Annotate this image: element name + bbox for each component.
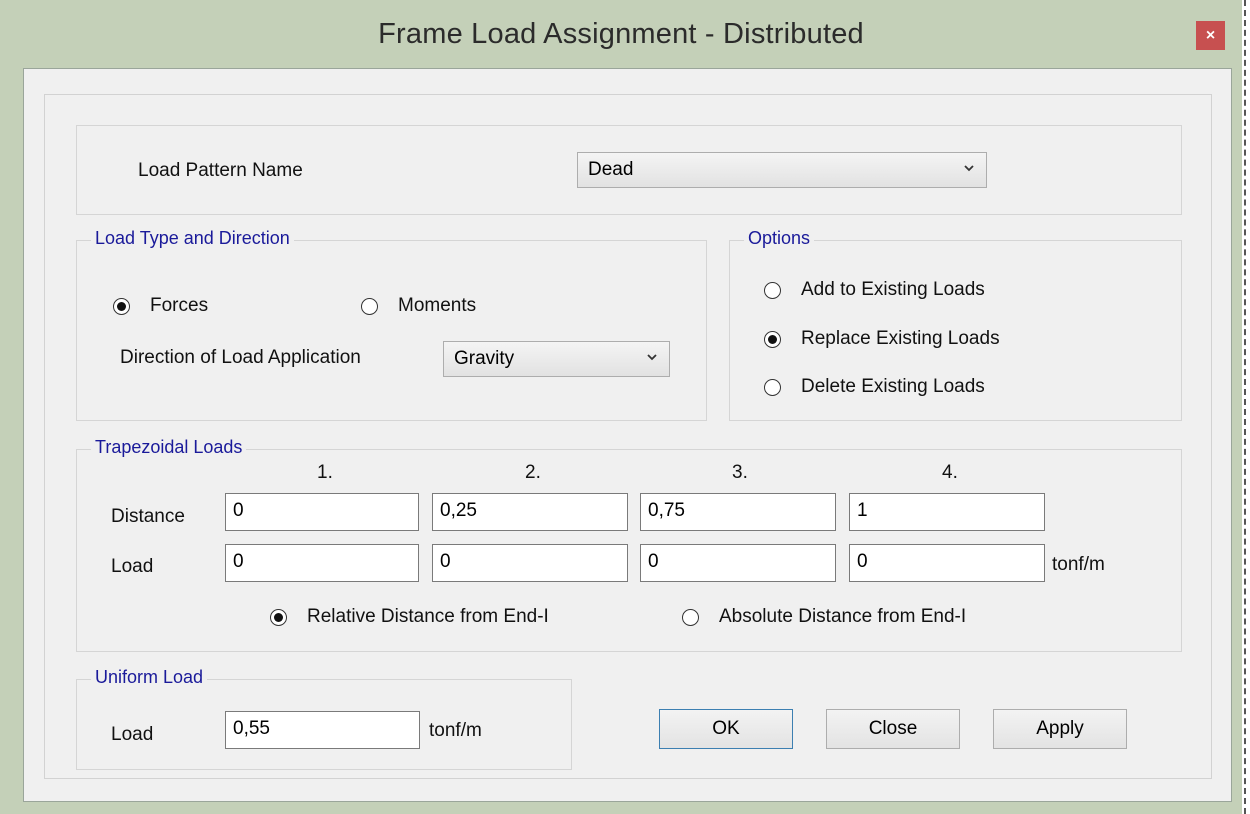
load-pattern-value: Dead — [588, 159, 634, 180]
add-existing-radio[interactable]: Add to Existing Loads — [764, 279, 985, 301]
replace-existing-label: Replace Existing Loads — [801, 328, 1000, 349]
direction-value: Gravity — [454, 348, 515, 369]
load-type-legend: Load Type and Direction — [91, 228, 294, 249]
options-group: Options Add to Existing Loads Replace Ex… — [729, 228, 1182, 421]
direction-dropdown[interactable]: Gravity — [443, 341, 670, 377]
apply-button-label: Apply — [1036, 718, 1084, 739]
uniform-load-unit: tonf/m — [429, 720, 482, 741]
close-button[interactable]: Close — [826, 709, 960, 749]
chevron-down-icon — [647, 354, 657, 361]
column-header-4: 4. — [942, 462, 958, 483]
replace-existing-radio-dot — [764, 330, 781, 348]
window-edge — [1244, 0, 1246, 814]
load-row-label: Load — [111, 556, 154, 577]
ok-button[interactable]: OK — [659, 709, 793, 749]
dialog-window: Frame Load Assignment - Distributed × Lo… — [0, 0, 1242, 814]
close-window-button[interactable]: × — [1196, 21, 1225, 50]
load-input-4[interactable]: 0 — [849, 544, 1045, 582]
forces-label: Forces — [150, 295, 209, 316]
load-pattern-dropdown[interactable]: Dead — [577, 152, 987, 188]
relative-distance-label: Relative Distance from End-I — [307, 606, 549, 627]
absolute-distance-label: Absolute Distance from End-I — [719, 606, 967, 627]
absolute-distance-radio[interactable]: Absolute Distance from End-I — [682, 606, 966, 628]
title-bar[interactable]: Frame Load Assignment - Distributed × — [0, 0, 1242, 68]
trapezoidal-group: Trapezoidal Loads 1. 2. 3. 4. Distance 0… — [76, 437, 1182, 652]
forces-radio[interactable]: Forces — [113, 295, 208, 317]
ok-button-label: OK — [712, 718, 740, 739]
close-icon: × — [1205, 26, 1216, 44]
distance-input-4[interactable]: 1 — [849, 493, 1045, 531]
uniform-load-input[interactable]: 0,55 — [225, 711, 420, 749]
load-input-2[interactable]: 0 — [432, 544, 628, 582]
add-existing-label: Add to Existing Loads — [801, 279, 985, 300]
window-title: Frame Load Assignment - Distributed — [378, 18, 864, 50]
delete-existing-label: Delete Existing Loads — [801, 376, 985, 397]
dialog-client-area: Load Pattern Name Dead Load Type and Dir… — [23, 68, 1232, 802]
distance-input-2[interactable]: 0,25 — [432, 493, 628, 531]
load-input-1[interactable]: 0 — [225, 544, 419, 582]
column-header-2: 2. — [525, 462, 541, 483]
relative-distance-radio[interactable]: Relative Distance from End-I — [270, 606, 549, 628]
moments-radio-dot — [361, 297, 378, 315]
moments-radio[interactable]: Moments — [361, 295, 476, 317]
direction-label: Direction of Load Application — [120, 347, 361, 368]
delete-existing-radio[interactable]: Delete Existing Loads — [764, 376, 985, 398]
uniform-load-group: Uniform Load Load 0,55 tonf/m — [76, 667, 572, 770]
content-frame: Load Pattern Name Dead Load Type and Dir… — [44, 94, 1212, 779]
options-legend: Options — [744, 228, 815, 249]
uniform-load-label: Load — [111, 724, 154, 745]
distance-input-1[interactable]: 0 — [225, 493, 419, 531]
close-button-label: Close — [868, 718, 918, 739]
load-type-group: Load Type and Direction Forces Moments D… — [76, 228, 707, 421]
load-pattern-group: Load Pattern Name Dead — [76, 125, 1182, 215]
add-existing-radio-dot — [764, 281, 781, 299]
moments-label: Moments — [398, 295, 477, 316]
delete-existing-radio-dot — [764, 378, 781, 396]
forces-radio-dot — [113, 297, 130, 315]
replace-existing-radio[interactable]: Replace Existing Loads — [764, 328, 1000, 350]
apply-button[interactable]: Apply — [993, 709, 1127, 749]
column-header-1: 1. — [317, 462, 333, 483]
uniform-load-legend: Uniform Load — [91, 667, 208, 688]
load-input-3[interactable]: 0 — [640, 544, 836, 582]
distance-row-label: Distance — [111, 506, 185, 527]
relative-distance-radio-dot — [270, 608, 287, 626]
trapezoidal-unit: tonf/m — [1052, 554, 1105, 575]
absolute-distance-radio-dot — [682, 608, 699, 626]
trapezoidal-legend: Trapezoidal Loads — [91, 437, 247, 458]
distance-input-3[interactable]: 0,75 — [640, 493, 836, 531]
chevron-down-icon — [964, 165, 974, 172]
load-pattern-label: Load Pattern Name — [138, 160, 303, 181]
column-header-3: 3. — [732, 462, 748, 483]
